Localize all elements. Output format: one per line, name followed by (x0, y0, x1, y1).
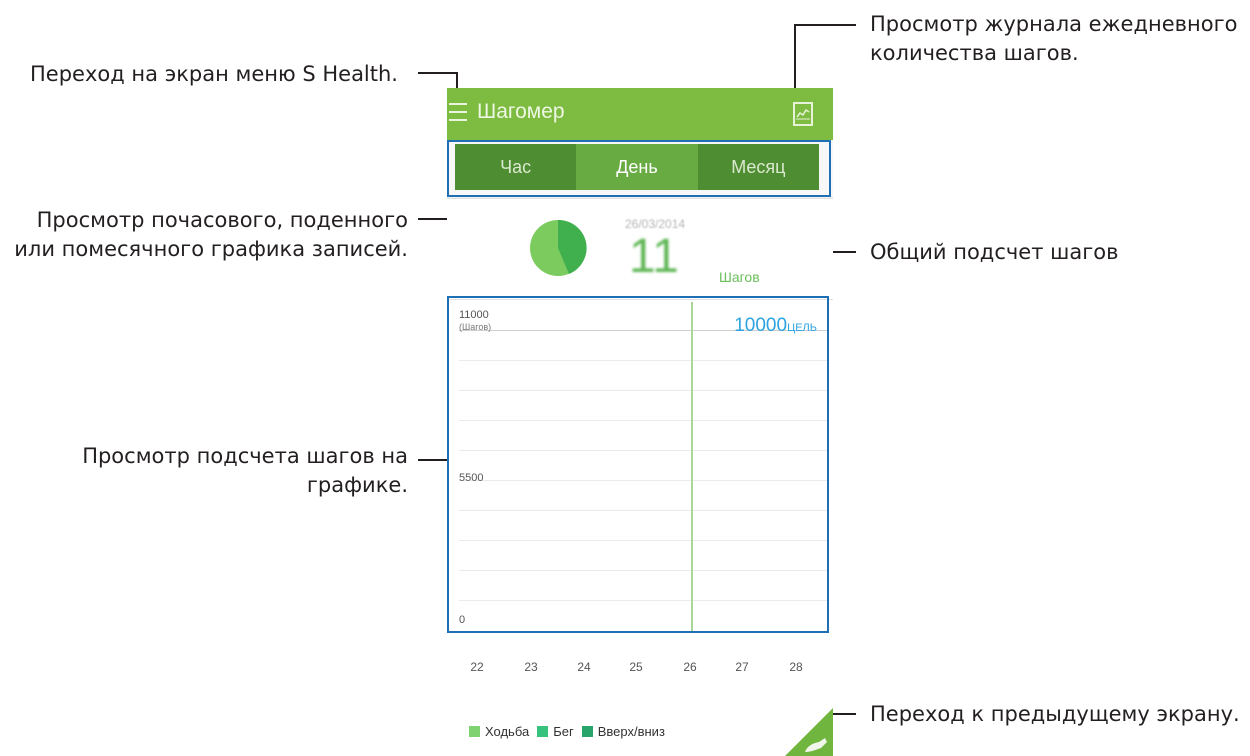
chart-highlight-box (447, 296, 829, 633)
callout-log-line1: Просмотр журнала ежедневного (870, 12, 1238, 36)
callout-graph-line1: Просмотр подсчета шагов на (82, 444, 408, 468)
x-tick-25: 25 (629, 660, 643, 674)
back-corner-button[interactable] (785, 708, 833, 756)
callout-graph-line2: графике. (306, 473, 408, 497)
callout-tabs: Просмотр почасового, поденного или помес… (14, 206, 408, 264)
connector-menu-h (418, 72, 458, 74)
callout-log-line2: количества шагов. (870, 41, 1079, 65)
app-bar: Шагомер (447, 88, 833, 140)
callout-tabs-line1: Просмотр почасового, поденного (36, 208, 408, 232)
callout-back: Переход к предыдущему экрану. (870, 700, 1240, 729)
steps-summary: 26/03/2014 11 Шагов (447, 198, 833, 300)
callout-log: Просмотр журнала ежедневного количества … (870, 10, 1237, 68)
x-tick-22: 22 (470, 660, 484, 674)
steps-unit-label: Шагов (719, 269, 760, 285)
legend-swatch-walk (469, 726, 480, 737)
callout-menu-text: Переход на экран меню S Health. (29, 62, 398, 86)
legend-swatch-updown (581, 726, 593, 737)
callout-total-text: Общий подсчет шагов (870, 240, 1119, 264)
callout-total: Общий подсчет шагов (870, 238, 1118, 267)
app-title: Шагомер (477, 100, 565, 123)
callout-tabs-line2: или помесячного графика записей. (14, 237, 408, 261)
legend-item-updown: Вверх/вниз (581, 724, 665, 739)
connector-log-h (794, 24, 856, 26)
x-tick-26: 26 (683, 660, 697, 674)
tabs-highlight-box (447, 140, 831, 197)
legend-swatch-run (537, 726, 549, 737)
chart-legend: Ходьба Бег Вверх/вниз (469, 724, 673, 739)
legend-label-updown: Вверх/вниз (597, 724, 665, 739)
x-tick-24: 24 (577, 660, 591, 674)
total-steps-count: 11 (629, 230, 679, 283)
callout-back-text: Переход к предыдущему экрану. (870, 702, 1240, 726)
hamburger-menu-icon[interactable] (449, 103, 467, 123)
activity-pie-chart (530, 219, 587, 276)
connector-graph (418, 459, 448, 461)
callout-menu: Переход на экран меню S Health. (30, 60, 398, 89)
chart-log-icon[interactable] (793, 102, 813, 126)
legend-item-run: Бег (537, 724, 574, 739)
x-tick-23: 23 (524, 660, 538, 674)
legend-item-walk: Ходьба (469, 724, 529, 739)
legend-label-walk: Ходьба (485, 724, 530, 739)
callout-graph: Просмотр подсчета шагов на графике. (82, 442, 408, 500)
x-tick-28: 28 (789, 660, 803, 674)
x-tick-27: 27 (735, 660, 749, 674)
legend-label-run: Бег (553, 724, 574, 739)
